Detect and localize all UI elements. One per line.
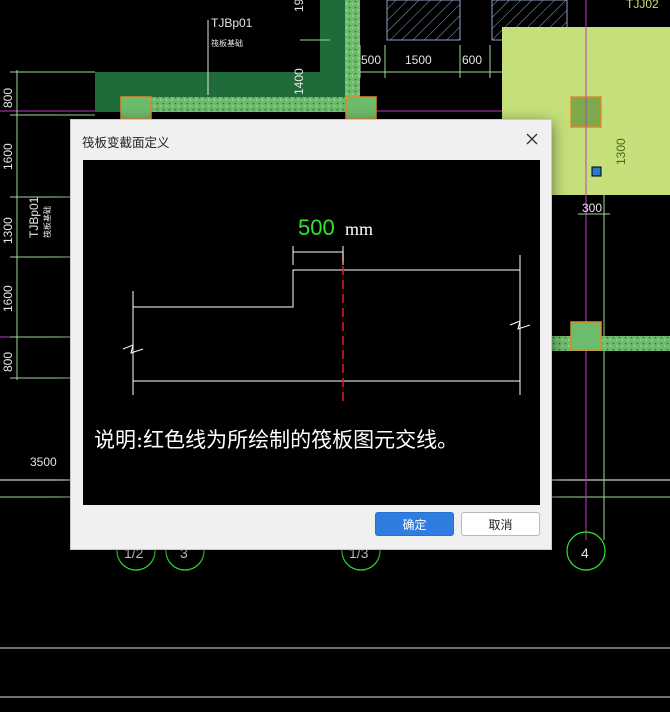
tjbp-left-sublabel: 筏板基础 (42, 206, 52, 238)
tjbp-top-label: TJBp01 (211, 16, 253, 30)
dim-800-bottom: 800 (1, 352, 15, 372)
section-preview: 500 mm 说明:红色线为所绘制的筏板图元交线。 (83, 160, 540, 505)
cancel-button[interactable]: 取消 (461, 512, 540, 536)
dim-1300-left: 1300 (1, 217, 15, 244)
dim-1600a: 1600 (1, 143, 15, 170)
close-icon (526, 133, 538, 145)
strip-footing[interactable] (125, 97, 355, 112)
dim-1400: 1400 (292, 68, 306, 95)
section-outline (132, 255, 521, 395)
column-footing[interactable] (120, 96, 152, 120)
dim-19: 19 (292, 0, 306, 12)
strip-footing[interactable] (552, 336, 670, 351)
hatched-area (386, 0, 461, 41)
dim-500: 500 (361, 53, 381, 67)
tjbp-top-sublabel: 筏板基础 (211, 38, 243, 48)
ok-button[interactable]: 确定 (375, 512, 454, 536)
column-footing[interactable] (570, 321, 602, 351)
dialog-titlebar[interactable]: 筏板变截面定义 (71, 120, 551, 158)
description-text: 说明:红色线为所绘制的筏板图元交线。 (94, 428, 458, 452)
tjj-right-label: TJJ02 (626, 0, 659, 11)
column-footing[interactable] (345, 96, 377, 120)
dim-300: 300 (582, 201, 602, 215)
slab-section-dialog: 筏板变截面定义 500 mm 说明:红色线为所绘制的筏板图元交线。 确定 取消 (70, 119, 552, 550)
tjbp-left-label: TJBp01 (27, 196, 41, 238)
dim-800-top: 800 (1, 88, 15, 108)
dim-1600b: 1600 (1, 285, 15, 312)
dialog-title: 筏板变截面定义 (82, 135, 170, 150)
dim-1500a: 1500 (405, 53, 432, 67)
offset-unit: mm (345, 219, 373, 239)
grip-point[interactable] (591, 166, 602, 177)
dim-600: 600 (462, 53, 482, 67)
close-button[interactable] (521, 128, 543, 150)
offset-value: 500 (298, 215, 335, 240)
dim-3500: 3500 (30, 455, 57, 469)
axis-label-4: 4 (581, 545, 589, 561)
dim-1300-right: 1300 (614, 138, 628, 165)
strip-footing[interactable] (345, 0, 360, 112)
